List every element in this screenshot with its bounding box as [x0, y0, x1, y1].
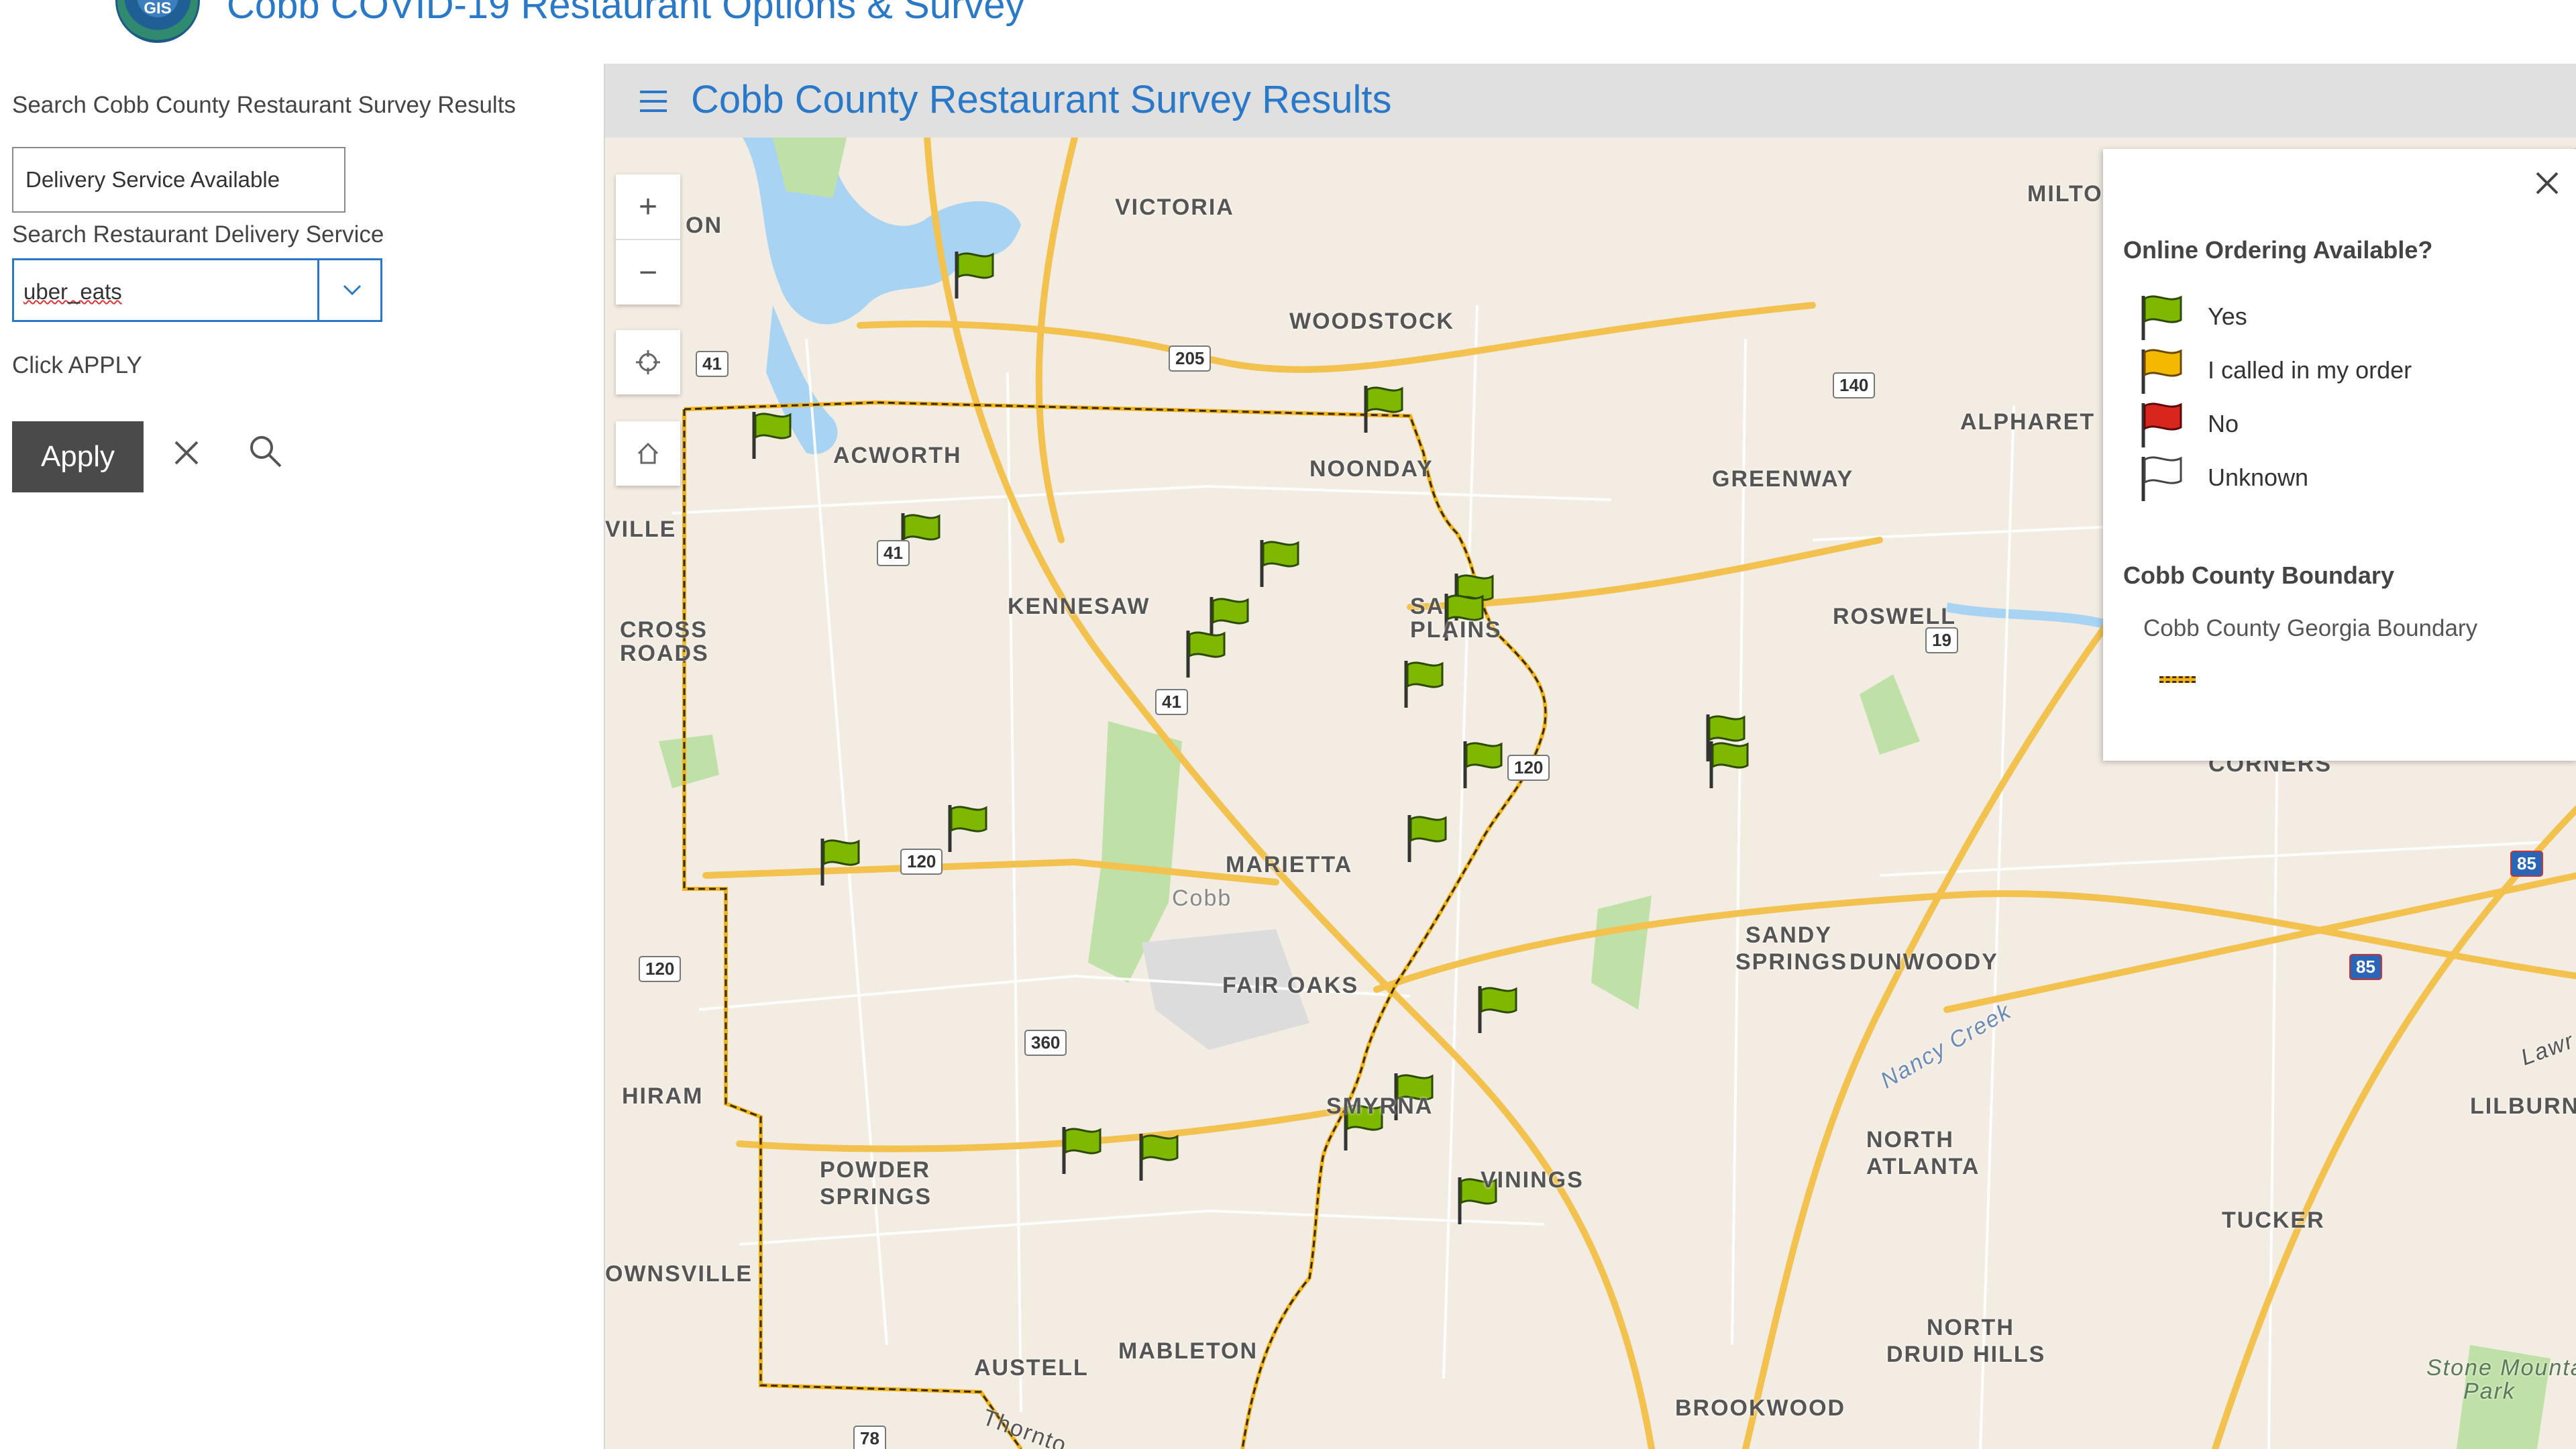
place-label: FAIR OAKS — [1222, 973, 1359, 998]
locate-control — [616, 330, 680, 394]
place-label: SANDY — [1746, 922, 1833, 948]
place-label: MILTO — [2027, 181, 2103, 207]
place-label: VICTORIA — [1115, 195, 1234, 220]
page-header: GIS Cobb COVID-19 Restaurant Options & S… — [0, 0, 2576, 64]
legend-panel: Online Ordering Available? Yes I called … — [2103, 149, 2576, 761]
place-label: ALPHARET — [1960, 409, 2096, 435]
gis-logo: GIS — [115, 0, 200, 43]
place-label: NORTH — [1927, 1315, 2015, 1340]
search-label: Search Cobb County Restaurant Survey Res… — [12, 92, 516, 118]
place-label: CROSS — [620, 617, 708, 643]
delivery-service-select[interactable]: uber_eats — [12, 258, 382, 322]
place-label: DUNWOODY — [1849, 949, 1998, 975]
place-label: WOODSTOCK — [1289, 309, 1454, 334]
legend-boundary-sub: Cobb County Georgia Boundary — [2143, 615, 2478, 641]
delivery-service-value: uber_eats — [23, 279, 122, 304]
home-control — [616, 421, 680, 486]
place-label: POWDER — [820, 1157, 930, 1183]
apply-button[interactable]: Apply — [12, 421, 144, 492]
place-label: DRUID HILLS — [1886, 1342, 2046, 1367]
route-shield: 360 — [1024, 1030, 1067, 1056]
place-label: Stone Mountain — [2426, 1355, 2576, 1381]
place-label: ON — [686, 213, 722, 238]
legend-online-title: Online Ordering Available? — [2123, 236, 2433, 264]
yellow-flag-icon — [2141, 349, 2182, 394]
menu-icon[interactable] — [640, 89, 667, 113]
place-label: TUCKER — [2222, 1208, 2325, 1233]
place-label: VININGS — [1481, 1167, 1584, 1193]
place-label: AUSTELL — [974, 1355, 1089, 1381]
home-button[interactable] — [616, 421, 680, 486]
legend-label: No — [2208, 410, 2239, 437]
place-label: MABLETON — [1118, 1338, 1258, 1364]
crosshair-icon — [636, 350, 660, 374]
locate-button[interactable] — [616, 330, 680, 394]
place-label: Cobb — [1172, 885, 1232, 911]
route-shield: 120 — [639, 956, 682, 982]
interstate-shield: 85 — [2349, 954, 2382, 980]
route-shield: 120 — [900, 849, 943, 875]
map-titlebar: Cobb County Restaurant Survey Results — [605, 64, 2576, 138]
close-icon[interactable] — [2529, 165, 2565, 201]
filter-panel: Search Cobb County Restaurant Survey Res… — [0, 64, 604, 1449]
zoom-in-button[interactable]: + — [616, 174, 680, 239]
place-label: ACWORTH — [833, 443, 962, 468]
place-label: PLAINS — [1410, 617, 1502, 643]
place-label: ROADS — [620, 641, 709, 666]
search-layer-input[interactable] — [12, 147, 345, 213]
legend-boundary-title: Cobb County Boundary — [2123, 561, 2394, 589]
legend-item-yes: Yes — [2137, 293, 2247, 340]
search-icon[interactable] — [246, 431, 286, 472]
map-panel: Cobb County Restaurant Survey Results VI… — [604, 64, 2576, 1449]
place-label: SPRINGS — [820, 1184, 932, 1210]
route-shield: 140 — [1833, 372, 1876, 398]
legend-item-unknown: Unknown — [2137, 454, 2308, 501]
place-label: KENNESAW — [1008, 594, 1150, 619]
instruction-text: Click APPLY — [12, 352, 142, 378]
place-label: GREENWAY — [1712, 466, 1854, 492]
place-label: SA — [1410, 594, 1445, 619]
home-icon — [637, 442, 659, 464]
place-label: Park — [2463, 1379, 2516, 1404]
legend-label: I called in my order — [2208, 356, 2412, 384]
map-title: Cobb County Restaurant Survey Results — [691, 78, 1392, 121]
chevron-down-icon[interactable] — [337, 275, 367, 305]
route-shield: 205 — [1169, 345, 1212, 372]
legend-item-no: No — [2137, 400, 2239, 447]
app-title: Cobb COVID-19 Restaurant Options & Surve… — [227, 0, 1025, 27]
route-shield: 41 — [696, 351, 729, 377]
place-label: SMYRNA — [1326, 1093, 1434, 1119]
route-shield: 120 — [1507, 755, 1550, 781]
place-label: HIRAM — [622, 1083, 704, 1109]
clear-icon[interactable] — [166, 433, 207, 473]
place-label: NORTH — [1866, 1127, 1954, 1152]
place-label: OWNSVILLE — [605, 1261, 753, 1287]
place-label: LILBURN — [2470, 1093, 2576, 1119]
route-shield: 41 — [1155, 689, 1188, 715]
route-shield: 41 — [877, 540, 910, 566]
legend-label: Unknown — [2208, 464, 2309, 491]
place-label: SPRINGS — [1735, 949, 1848, 975]
place-label: MARIETTA — [1226, 852, 1353, 877]
place-label: ROSWELL — [1833, 604, 1956, 629]
route-shield: 78 — [853, 1426, 886, 1449]
route-shield: 19 — [1925, 627, 1958, 653]
red-flag-icon — [2141, 402, 2182, 447]
legend-item-called: I called in my order — [2137, 347, 2412, 394]
delivery-label: Search Restaurant Delivery Service — [12, 221, 384, 248]
zoom-controls: + − — [616, 174, 680, 305]
place-label: NOONDAY — [1309, 456, 1434, 482]
logo-text: GIS — [144, 0, 172, 17]
place-label: ATLANTA — [1866, 1154, 1980, 1179]
place-label: VILLE — [605, 517, 677, 542]
zoom-out-button[interactable]: − — [616, 239, 680, 305]
select-divider — [317, 260, 319, 320]
map-canvas[interactable]: VICTORIA WOODSTOCK MILTO ACWORTH NOONDAY… — [605, 138, 2576, 1449]
green-flag-icon — [2141, 295, 2182, 340]
legend-label: Yes — [2208, 303, 2247, 330]
place-label: BROOKWOOD — [1675, 1395, 1846, 1421]
boundary-line-swatch — [2159, 676, 2196, 683]
interstate-shield: 85 — [2510, 851, 2543, 877]
white-flag-icon — [2141, 456, 2182, 501]
